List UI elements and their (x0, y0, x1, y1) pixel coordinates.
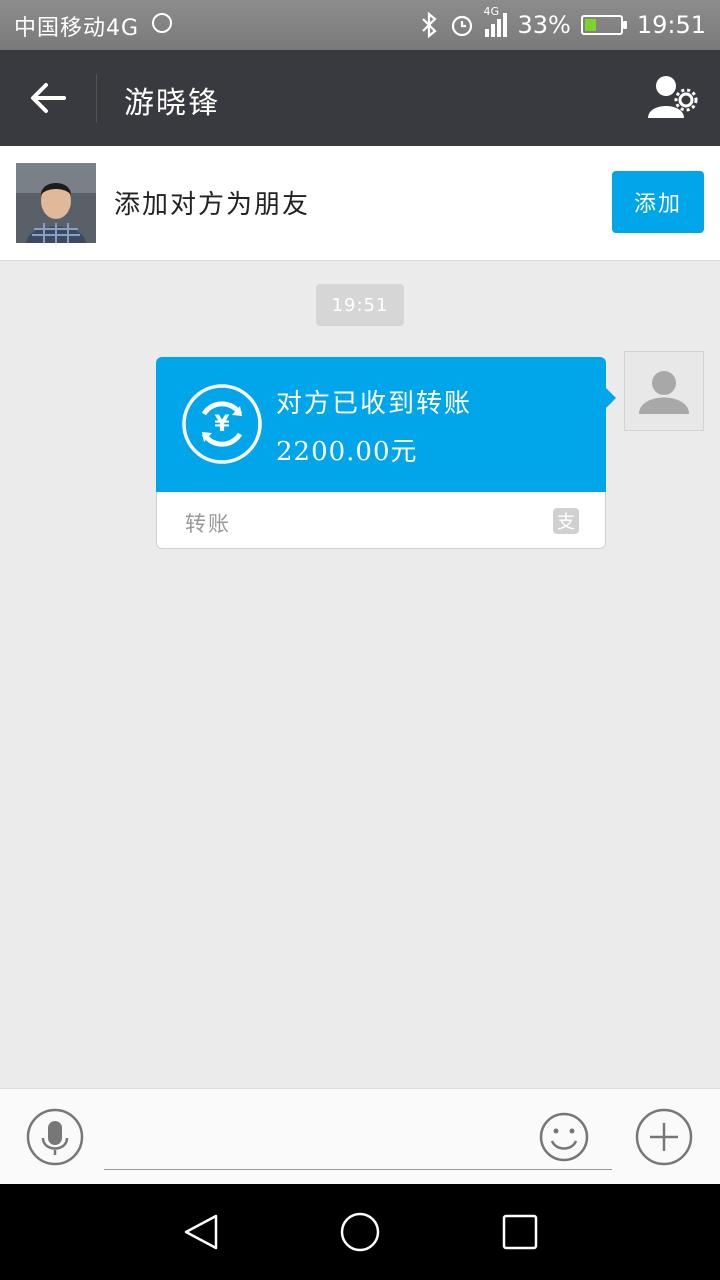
transfer-status: 对方已收到转账 (276, 389, 473, 419)
bluetooth-icon (422, 12, 438, 38)
clock: 19:51 (636, 11, 706, 39)
title-bar: 游晓锋 (0, 50, 720, 146)
microphone-icon (26, 1108, 84, 1166)
chat-info-button[interactable] (646, 74, 698, 122)
add-friend-prompt: 添加对方为朋友 (114, 190, 311, 220)
bubble-tail (606, 388, 616, 408)
carrier-name: 中国移动4G (14, 16, 140, 41)
add-friend-button[interactable]: 添加 (612, 171, 704, 233)
more-options-button[interactable] (634, 1107, 694, 1167)
battery-percent: 33% (517, 11, 571, 39)
my-avatar[interactable] (624, 351, 704, 431)
status-bar: 中国移动4G 4G 33% 19:51 (0, 0, 720, 50)
add-friend-banner: 添加对方为朋友 添加 (0, 146, 720, 261)
alarm-icon (452, 15, 473, 37)
yuan-symbol: ¥ (214, 412, 230, 437)
person-settings-icon (648, 76, 698, 118)
transfer-card-header: ¥ 对方已收到转账 2200.00元 (156, 357, 606, 492)
emoji-button[interactable] (538, 1111, 590, 1163)
title-divider (96, 74, 97, 122)
network-type-badge: 4G (483, 5, 500, 18)
nav-back-button[interactable] (178, 1208, 226, 1256)
nav-home-button[interactable] (336, 1208, 384, 1256)
transfer-amount: 2200.00元 (276, 437, 418, 467)
nav-recents-button[interactable] (496, 1208, 544, 1256)
page-title: 游晓锋 (124, 86, 220, 121)
battery-icon (580, 15, 627, 35)
square-recents-icon (502, 1214, 538, 1250)
triangle-back-icon (184, 1214, 218, 1250)
alipay-icon: 支 (553, 508, 579, 534)
input-bar (0, 1088, 720, 1185)
message-timestamp: 19:51 (316, 284, 404, 326)
voice-button[interactable] (26, 1108, 84, 1166)
smiley-icon (539, 1112, 589, 1162)
plus-icon (635, 1108, 693, 1166)
system-nav-bar (0, 1184, 720, 1280)
signal-icon: 4G (483, 5, 508, 37)
transfer-received-icon: ¥ (182, 384, 262, 464)
circle-home-icon (340, 1212, 380, 1252)
contact-avatar[interactable] (16, 163, 96, 243)
status-right: 4G 33% 19:51 (419, 5, 706, 42)
back-arrow-icon (31, 83, 66, 113)
transfer-message-card[interactable]: ¥ 对方已收到转账 2200.00元 转账 支 (156, 357, 606, 549)
default-avatar-icon (639, 371, 689, 414)
contact-photo (16, 163, 96, 243)
message-input[interactable] (104, 1105, 612, 1170)
back-button[interactable] (26, 76, 70, 120)
notification-icon (152, 13, 172, 33)
transfer-type-label: 转账 (185, 512, 231, 536)
